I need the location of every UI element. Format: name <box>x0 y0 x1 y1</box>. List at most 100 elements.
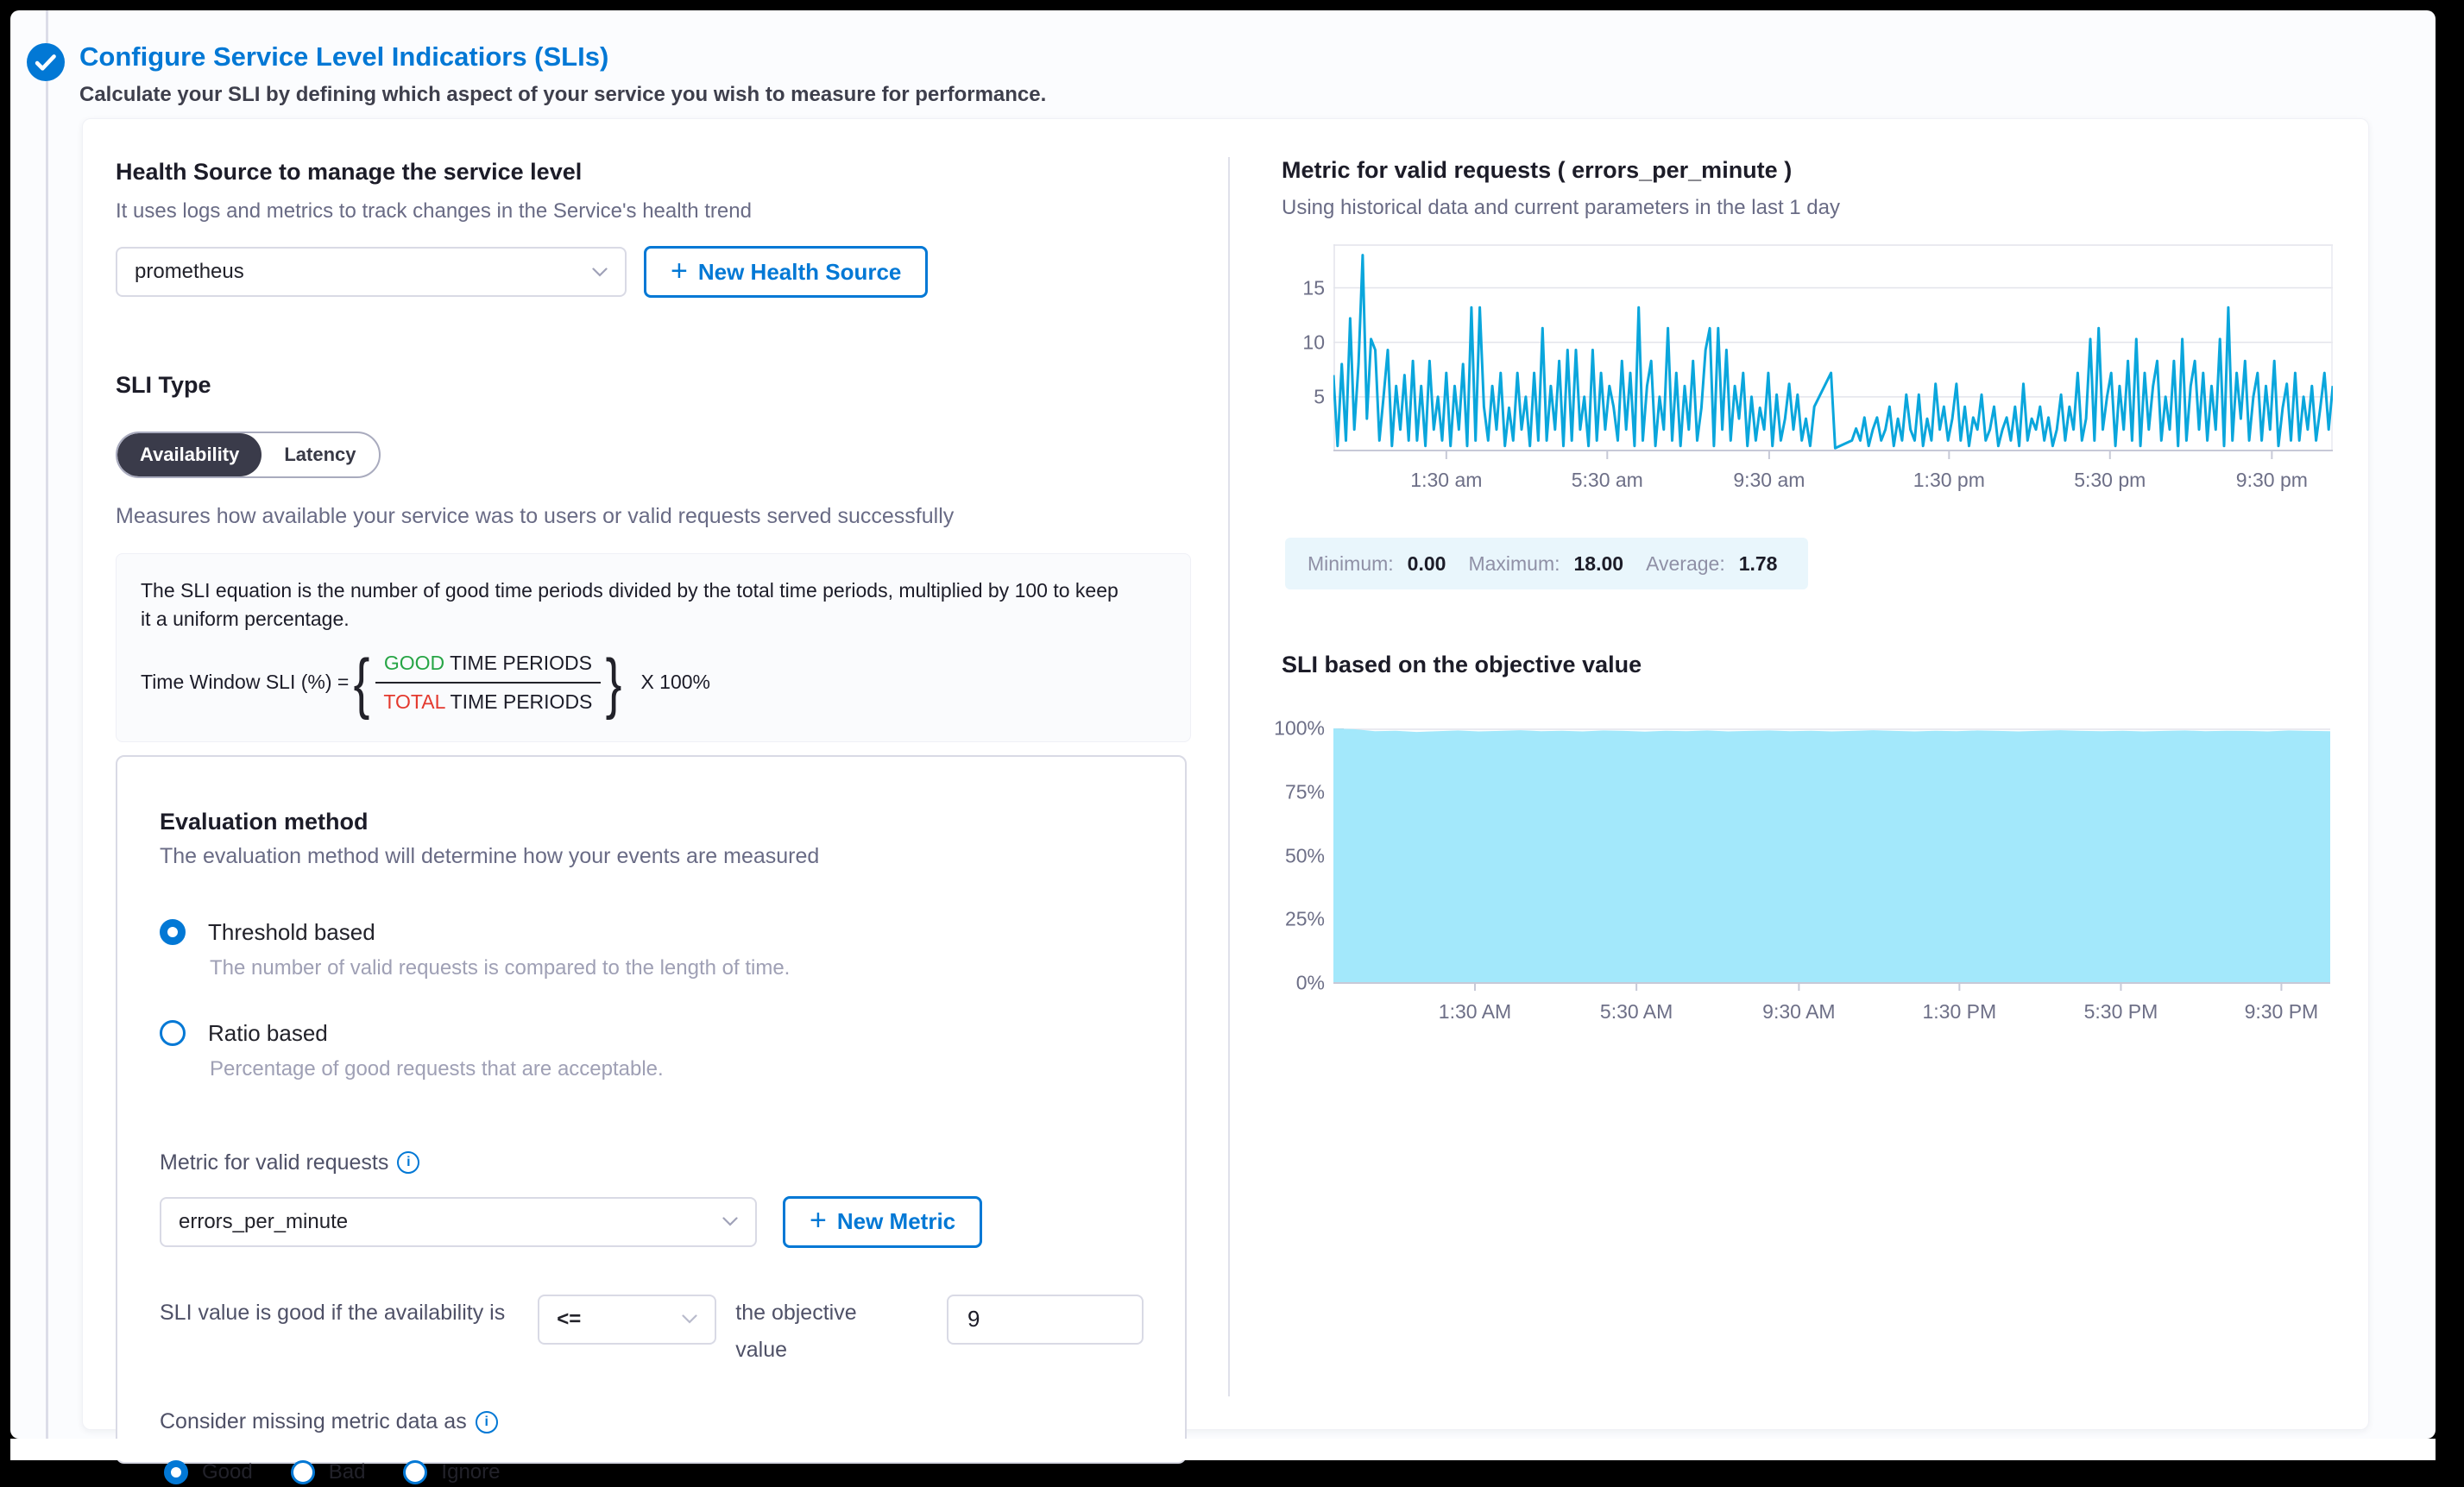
x-tick-label: 1:30 AM <box>1439 1000 1511 1024</box>
info-icon[interactable]: i <box>476 1411 498 1433</box>
metric-selected-value: errors_per_minute <box>179 1210 348 1234</box>
ratio-based-radio[interactable] <box>160 1020 186 1046</box>
new-health-source-label: New Health Source <box>698 259 902 286</box>
missing-data-bad-radio[interactable] <box>291 1460 315 1484</box>
evaluation-method-subtitle: The evaluation method will determine how… <box>160 844 1144 869</box>
y-tick-label: 50% <box>1285 844 1325 867</box>
maximum-value: 18.00 <box>1574 552 1624 576</box>
metric-label-text: Metric for valid requests <box>160 1150 388 1175</box>
sli-form-column: Health Source to manage the service leve… <box>116 159 1191 1464</box>
average-label: Average: <box>1646 552 1725 576</box>
missing-data-label-text: Consider missing metric data as <box>160 1409 467 1434</box>
sli-good-condition-label: SLI value is good if the availability is <box>160 1295 515 1333</box>
total-time-periods: TOTAL <box>383 690 444 713</box>
health-source-selected-value: prometheus <box>135 260 244 284</box>
sli-config-card: Health Source to manage the service leve… <box>82 118 2369 1430</box>
sli-type-label: SLI Type <box>116 372 1191 399</box>
new-metric-label: New Metric <box>837 1208 955 1235</box>
step-complete-icon <box>27 43 65 81</box>
good-time-periods: GOOD <box>384 652 444 674</box>
new-health-source-button[interactable]: + New Health Source <box>644 246 928 298</box>
missing-data-ignore-label: Ignore <box>441 1460 500 1484</box>
sli-type-toggle: Availability Latency <box>116 432 381 478</box>
preview-column: Metric for valid requests ( errors_per_m… <box>1282 157 2335 1030</box>
x-tick-label: 1:30 PM <box>1923 1000 1997 1024</box>
sli-chart-y-axis: 0%25%50%75%100% <box>1282 728 1333 993</box>
sli-area-chart: 0%25%50%75%100% <box>1282 728 2335 993</box>
comparator-select[interactable]: <= <box>538 1295 716 1345</box>
x-tick-label: 5:30 pm <box>2074 469 2146 492</box>
right-brace: } <box>606 652 622 713</box>
minimum-label: Minimum: <box>1308 552 1394 576</box>
y-tick-label: 5 <box>1314 385 1325 408</box>
sli-equation-box: The SLI equation is the number of good t… <box>116 553 1191 742</box>
sli-equation-description: The SLI equation is the number of good t… <box>141 577 1133 634</box>
metric-chart-title: Metric for valid requests ( errors_per_m… <box>1282 157 2335 184</box>
health-source-select[interactable]: prometheus <box>116 247 627 297</box>
sli-equation: Time Window SLI (%) = { GOOD TIME PERIOD… <box>141 650 1166 715</box>
chevron-down-icon <box>682 1314 697 1324</box>
metric-chart-y-axis: 5 10 15 <box>1282 244 1333 462</box>
metric-chart-plot <box>1333 244 2333 462</box>
metric-history-chart: 5 10 15 <box>1282 244 2335 462</box>
x-tick-label: 5:30 PM <box>2084 1000 2158 1024</box>
info-icon[interactable]: i <box>397 1151 419 1174</box>
evaluation-card: Evaluation method The evaluation method … <box>116 755 1187 1464</box>
chevron-down-icon <box>592 268 608 277</box>
sli-chart-title: SLI based on the objective value <box>1282 652 2335 678</box>
stepper-line <box>46 10 48 1439</box>
missing-data-ignore-radio[interactable] <box>403 1460 427 1484</box>
denominator-rest: TIME PERIODS <box>445 690 593 713</box>
x-tick-label: 5:30 AM <box>1600 1000 1673 1024</box>
x-tick-label: 9:30 pm <box>2236 469 2308 492</box>
comparator-value: <= <box>557 1307 581 1332</box>
metric-for-valid-requests-label: Metric for valid requests i <box>160 1150 1144 1175</box>
x-tick-label: 9:30 AM <box>1762 1000 1835 1024</box>
chevron-down-icon <box>722 1217 738 1226</box>
missing-data-bad-label: Bad <box>329 1460 366 1484</box>
app-background: Configure Service Level Indicatiors (SLI… <box>10 10 2436 1439</box>
metric-chart-x-axis: 1:30 am 5:30 am 9:30 am 1:30 pm 5:30 pm 9:30 … <box>1333 469 2333 498</box>
threshold-based-radio[interactable] <box>160 919 186 945</box>
average-value: 1.78 <box>1739 552 1778 576</box>
ratio-based-label: Ratio based <box>208 1020 328 1047</box>
evaluation-method-title: Evaluation method <box>160 809 1144 835</box>
left-brace: { <box>354 652 370 713</box>
valid-requests-metric-select[interactable]: errors_per_minute <box>160 1197 757 1247</box>
x-tick-label: 1:30 am <box>1410 469 1482 492</box>
page-title: Configure Service Level Indicatiors (SLI… <box>79 41 608 72</box>
sli-type-option-latency[interactable]: Latency <box>262 433 378 476</box>
objective-value-label: the objective value <box>735 1295 879 1370</box>
threshold-based-label: Threshold based <box>208 919 375 946</box>
bottom-strip <box>10 1439 2436 1460</box>
x-tick-label: 9:30 PM <box>2245 1000 2319 1024</box>
x-tick-label: 1:30 pm <box>1913 469 1985 492</box>
y-tick-label: 100% <box>1274 717 1325 740</box>
equation-rhs: X 100% <box>640 671 710 694</box>
equation-fraction: GOOD TIME PERIODS TOTAL TIME PERIODS <box>375 650 601 715</box>
plus-icon: + <box>671 256 688 286</box>
page-subtitle: Calculate your SLI by defining which asp… <box>79 83 1046 107</box>
health-source-description: It uses logs and metrics to track change… <box>116 199 1191 224</box>
objective-value-input[interactable] <box>947 1295 1144 1345</box>
x-tick-label: 5:30 am <box>1572 469 1643 492</box>
minimum-value: 0.00 <box>1408 552 1446 576</box>
new-metric-button[interactable]: + New Metric <box>783 1196 982 1248</box>
ratio-based-description: Percentage of good requests that are acc… <box>210 1057 1144 1081</box>
column-divider <box>1228 157 1230 1396</box>
sli-chart-plot <box>1333 728 2330 993</box>
y-tick-label: 25% <box>1285 908 1325 931</box>
numerator-rest: TIME PERIODS <box>444 652 592 674</box>
y-tick-label: 10 <box>1302 331 1325 354</box>
threshold-based-description: The number of valid requests is compared… <box>210 956 1144 980</box>
y-tick-label: 15 <box>1302 276 1325 299</box>
maximum-label: Maximum: <box>1468 552 1560 576</box>
sli-type-option-availability[interactable]: Availability <box>117 433 262 476</box>
x-tick-label: 9:30 am <box>1733 469 1805 492</box>
plus-icon: + <box>810 1206 827 1235</box>
health-source-label: Health Source to manage the service leve… <box>116 159 1191 186</box>
sli-chart-x-axis: 1:30 AM 5:30 AM 9:30 AM 1:30 PM 5:30 PM 9:30 … <box>1333 1000 2330 1030</box>
equation-lhs: Time Window SLI (%) = <box>141 671 349 694</box>
missing-data-good-radio[interactable] <box>164 1460 188 1484</box>
missing-metric-data-label: Consider missing metric data as i <box>160 1409 1144 1434</box>
